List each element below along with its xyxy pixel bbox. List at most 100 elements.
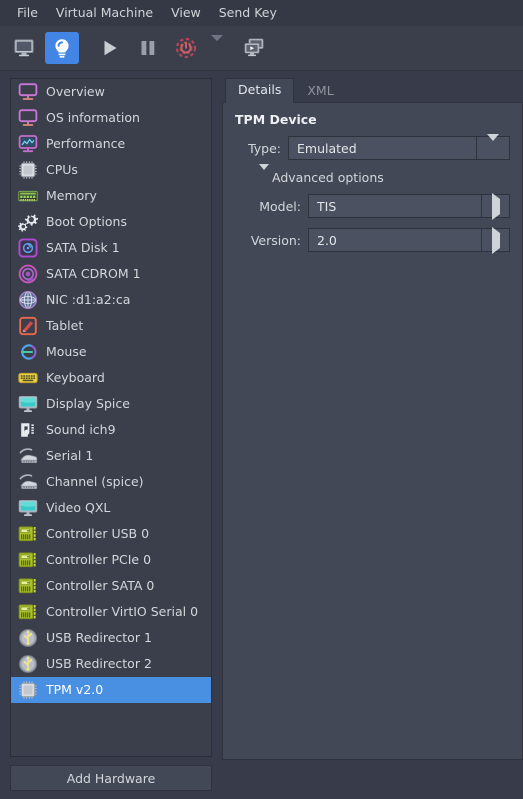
tab-details-label: Details: [238, 82, 282, 97]
sound-note-icon: [17, 420, 38, 441]
sidebar-item-os-information[interactable]: OS information: [11, 105, 211, 131]
dual-monitor-snapshot-icon: [242, 38, 266, 58]
advanced-options-label: Advanced options: [272, 170, 384, 185]
network-globe-icon: [17, 290, 38, 311]
sidebar-item-label: Controller VirtIO Serial 0: [46, 604, 199, 619]
tab-details[interactable]: Details: [225, 78, 295, 103]
sidebar-item-cpus[interactable]: CPUs: [11, 157, 211, 183]
advanced-options-toggle[interactable]: Advanced options: [259, 164, 510, 185]
sidebar-item-label: Controller PCIe 0: [46, 552, 152, 567]
tab-xml[interactable]: XML: [294, 79, 346, 103]
details-pane: Details XML TPM Device Type: Emulated Ad…: [220, 71, 523, 799]
show-virtual-hardware-details-button[interactable]: [45, 32, 79, 64]
chevron-right-icon: [491, 192, 500, 220]
sidebar-item-sata-disk-1[interactable]: SATA Disk 1: [11, 235, 211, 261]
sidebar-item-label: Serial 1: [46, 448, 94, 463]
sidebar-item-label: USB Redirector 1: [46, 630, 152, 645]
sidebar-item-label: Memory: [46, 188, 97, 203]
menu-virtual-machine[interactable]: Virtual Machine: [47, 2, 162, 24]
virt-manager-window: File Virtual Machine View Send Key Overv…: [0, 0, 523, 799]
cpu-chip-icon: [17, 680, 38, 701]
tab-strip: Details XML: [222, 78, 523, 103]
type-row: Type: Emulated: [233, 133, 510, 160]
sidebar-item-usb-redirector-2[interactable]: USB Redirector 2: [11, 651, 211, 677]
sidebar-item-channel-spice[interactable]: Channel (spice): [11, 469, 211, 495]
sidebar-item-label: NIC :d1:a2:ca: [46, 292, 131, 307]
sidebar-item-serial-1[interactable]: Serial 1: [11, 443, 211, 469]
sidebar-item-label: Channel (spice): [46, 474, 144, 489]
monitor-pink-icon: [17, 82, 38, 103]
sidebar-item-boot-options[interactable]: Boot Options: [11, 209, 211, 235]
shutdown-button[interactable]: [169, 32, 203, 64]
type-combobox[interactable]: Emulated: [288, 133, 510, 160]
menu-view[interactable]: View: [162, 2, 210, 24]
model-dropdown-arrow[interactable]: [481, 192, 510, 220]
sidebar-item-label: Display Spice: [46, 396, 130, 411]
sidebar-item-memory[interactable]: Memory: [11, 183, 211, 209]
chevron-right-icon: [491, 226, 500, 254]
sidebar-item-mouse[interactable]: Mouse: [11, 339, 211, 365]
sidebar-item-controller-pcie-0[interactable]: Controller PCIe 0: [11, 547, 211, 573]
shutdown-menu-dropdown[interactable]: [207, 33, 227, 63]
type-dropdown-arrow[interactable]: [476, 133, 510, 160]
sidebar-item-label: Video QXL: [46, 500, 111, 515]
sidebar-item-label: Overview: [46, 84, 105, 99]
tab-xml-label: XML: [307, 83, 334, 98]
menu-send-key[interactable]: Send Key: [210, 2, 286, 24]
main-content: Overview OS information Performance CPUs Mem…: [0, 71, 523, 799]
menu-file[interactable]: File: [8, 2, 47, 24]
sidebar-item-label: SATA CDROM 1: [46, 266, 141, 281]
gears-icon: [17, 212, 38, 233]
keyboard-icon: [17, 368, 38, 389]
sidebar-item-display-spice[interactable]: Display Spice: [11, 391, 211, 417]
manage-snapshots-button[interactable]: [237, 32, 271, 64]
monitor-pink-icon: [17, 108, 38, 129]
sidebar-item-label: SATA Disk 1: [46, 240, 120, 255]
hardware-list[interactable]: Overview OS information Performance CPUs Mem…: [10, 78, 212, 757]
sidebar-item-keyboard[interactable]: Keyboard: [11, 365, 211, 391]
sidebar-item-sound-ich9[interactable]: Sound ich9: [11, 417, 211, 443]
sidebar-item-controller-sata-0[interactable]: Controller SATA 0: [11, 573, 211, 599]
usb-icon: [17, 654, 38, 675]
controller-card-icon: [17, 576, 38, 597]
sidebar-item-overview[interactable]: Overview: [11, 79, 211, 105]
performance-graph-icon: [17, 134, 38, 155]
run-button[interactable]: [93, 32, 127, 64]
memory-stick-icon: [17, 186, 38, 207]
toolbar: [0, 26, 523, 71]
sidebar-item-tablet[interactable]: Tablet: [11, 313, 211, 339]
sidebar-item-nic-d1-a2-ca[interactable]: NIC :d1:a2:ca: [11, 287, 211, 313]
sidebar-item-label: OS information: [46, 110, 140, 125]
model-combobox[interactable]: TIS: [308, 192, 510, 220]
hard-disk-icon: [17, 238, 38, 259]
sidebar-item-performance[interactable]: Performance: [11, 131, 211, 157]
sidebar-item-controller-virtio-serial-0[interactable]: Controller VirtIO Serial 0: [11, 599, 211, 625]
sidebar-item-video-qxl[interactable]: Video QXL: [11, 495, 211, 521]
version-dropdown-arrow[interactable]: [481, 226, 510, 254]
display-monitor-icon: [17, 394, 38, 415]
pause-icon: [139, 38, 157, 58]
version-combobox[interactable]: 2.0: [308, 226, 510, 254]
sidebar-item-sata-cdrom-1[interactable]: SATA CDROM 1: [11, 261, 211, 287]
pause-button[interactable]: [131, 32, 165, 64]
model-row: Model: TIS: [233, 192, 510, 220]
play-icon: [100, 38, 120, 58]
show-graphical-console-button[interactable]: [7, 32, 41, 64]
power-shutdown-icon: [175, 37, 197, 59]
sidebar-item-label: TPM v2.0: [46, 682, 104, 697]
sidebar-item-usb-redirector-1[interactable]: USB Redirector 1: [11, 625, 211, 651]
mouse-icon: [17, 342, 38, 363]
hardware-pane: Overview OS information Performance CPUs Mem…: [0, 71, 220, 799]
sidebar-item-tpm-v2-0[interactable]: TPM v2.0: [11, 677, 211, 703]
add-hardware-button[interactable]: Add Hardware: [10, 765, 212, 791]
sidebar-item-label: Controller SATA 0: [46, 578, 155, 593]
sidebar-item-label: Controller USB 0: [46, 526, 150, 541]
type-label: Type:: [248, 140, 281, 156]
version-value: 2.0: [308, 228, 481, 252]
triangle-down-icon: [259, 164, 269, 185]
sidebar-item-controller-usb-0[interactable]: Controller USB 0: [11, 521, 211, 547]
controller-card-icon: [17, 550, 38, 571]
sidebar-item-label: Mouse: [46, 344, 87, 359]
optical-disc-icon: [17, 264, 38, 285]
monitor-console-icon: [14, 39, 34, 57]
